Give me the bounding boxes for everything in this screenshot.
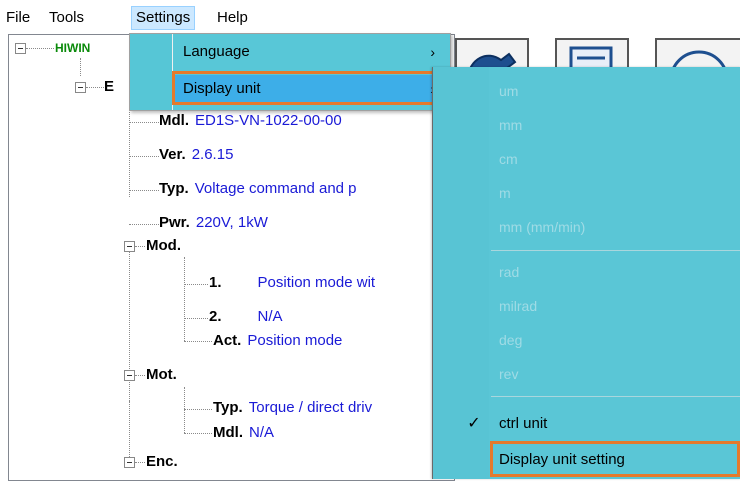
menu-item-label: deg	[499, 332, 523, 348]
tree-group-mot[interactable]: Mot.	[146, 365, 177, 385]
menu-item-label: cm	[499, 151, 518, 167]
menu-gutter	[130, 34, 172, 110]
tree-item-value: Voltage command and p	[194, 180, 357, 197]
menu-help[interactable]: Help	[213, 7, 252, 29]
menu-bar: File Tools Settings Help	[0, 0, 740, 33]
tree-item-value: N/A	[257, 308, 283, 325]
tree-device-node[interactable]: E	[104, 77, 114, 97]
tree-item-value: Position mode wit	[257, 274, 376, 291]
tree-item-mot-mdl[interactable]: Mdl. N/A	[213, 423, 274, 443]
tree-group-mod[interactable]: Mod.	[146, 236, 181, 256]
menu-item-label: rev	[499, 366, 519, 382]
annotation-outline	[172, 71, 444, 105]
ctrl-unit-item[interactable]: ✓ ctrl unit	[467, 407, 740, 441]
tree-item-key: Ver.	[159, 146, 186, 163]
menu-item-label: um	[499, 83, 519, 99]
tree-item-key: 2.	[209, 308, 222, 325]
menu-item-label: milrad	[499, 298, 538, 314]
tree-item-mod-2[interactable]: 2. N/A	[209, 307, 283, 327]
tree-item-mod-1[interactable]: 1. Position mode wit	[209, 273, 375, 293]
tree-item-value: 220V, 1kW	[195, 214, 268, 231]
menu-separator	[491, 396, 740, 397]
tree-item-key: Pwr.	[159, 214, 190, 231]
collapse-icon[interactable]	[124, 370, 135, 381]
tree-group-label: Enc.	[146, 453, 178, 470]
tree-item-mot-typ[interactable]: Typ. Torque / direct driv	[213, 398, 372, 418]
unit-mm-per-min[interactable]: mm (mm/min)	[491, 210, 740, 244]
tree-item-key: Act.	[213, 332, 242, 349]
tree-item-key: Typ.	[213, 399, 243, 416]
tree-item-ver[interactable]: Ver. 2.6.15	[159, 145, 233, 165]
tree-item-typ[interactable]: Typ. Voltage command and p	[159, 179, 357, 199]
menu-item-label: mm	[499, 117, 523, 133]
tree-item-value: Torque / direct driv	[248, 399, 373, 416]
submenu-arrow-icon: ›	[430, 44, 435, 60]
tree-group-label: Mot.	[146, 366, 177, 383]
collapse-icon[interactable]	[124, 457, 135, 468]
menu-item-label: rad	[499, 264, 520, 280]
tree-device-label: E	[104, 78, 115, 95]
menu-settings[interactable]: Settings	[131, 6, 196, 30]
tree-item-value: 2.6.15	[191, 146, 234, 163]
tree-item-value: N/A	[249, 424, 275, 441]
tree-group-label: Mod.	[146, 237, 181, 254]
collapse-icon[interactable]	[75, 82, 86, 93]
annotation-outline	[490, 441, 740, 477]
tree-item-value: ED1S-VN-1022-00-00	[195, 112, 342, 129]
tree-item-key: Mdl.	[213, 424, 243, 441]
menu-item-label: Language	[183, 43, 250, 60]
unit-rev[interactable]: rev	[491, 357, 740, 391]
unit-deg[interactable]: deg	[491, 323, 740, 357]
unit-um[interactable]: um	[491, 74, 740, 108]
menu-separator	[491, 250, 740, 251]
tree-item-pwr[interactable]: Pwr. 220V, 1kW	[159, 213, 268, 233]
menu-item-label: ctrl unit	[499, 415, 548, 432]
unit-m[interactable]: m	[491, 176, 740, 210]
unit-cm[interactable]: cm	[491, 142, 740, 176]
tree-item-mod-act[interactable]: Act. Position mode	[213, 331, 342, 351]
tree-root[interactable]: HIWIN	[55, 38, 90, 58]
tree-item-key: Mdl.	[159, 112, 189, 129]
menu-item-language[interactable]: Language ›	[173, 38, 447, 66]
tree-item-value: Position mode	[247, 332, 343, 349]
tree-root-label: HIWIN	[55, 41, 91, 55]
unit-rad[interactable]: rad	[491, 255, 740, 289]
menu-item-label: m	[499, 185, 511, 201]
checkmark-icon: ✓	[467, 415, 481, 432]
tree-item-key: Typ.	[159, 180, 189, 197]
tree-group-enc[interactable]: Enc.	[146, 452, 178, 472]
unit-milrad[interactable]: milrad	[491, 289, 740, 323]
menu-file[interactable]: File	[2, 7, 34, 29]
unit-mm[interactable]: mm	[491, 108, 740, 142]
menu-tools[interactable]: Tools	[45, 7, 88, 29]
collapse-icon[interactable]	[15, 43, 26, 54]
display-unit-menu: um mm cm m mm (mm/min) rad milrad deg re…	[432, 67, 740, 479]
tree-item-mdl[interactable]: Mdl. ED1S-VN-1022-00-00	[159, 111, 342, 131]
menu-item-label: mm (mm/min)	[499, 219, 586, 235]
tree-item-key: 1.	[209, 274, 222, 291]
